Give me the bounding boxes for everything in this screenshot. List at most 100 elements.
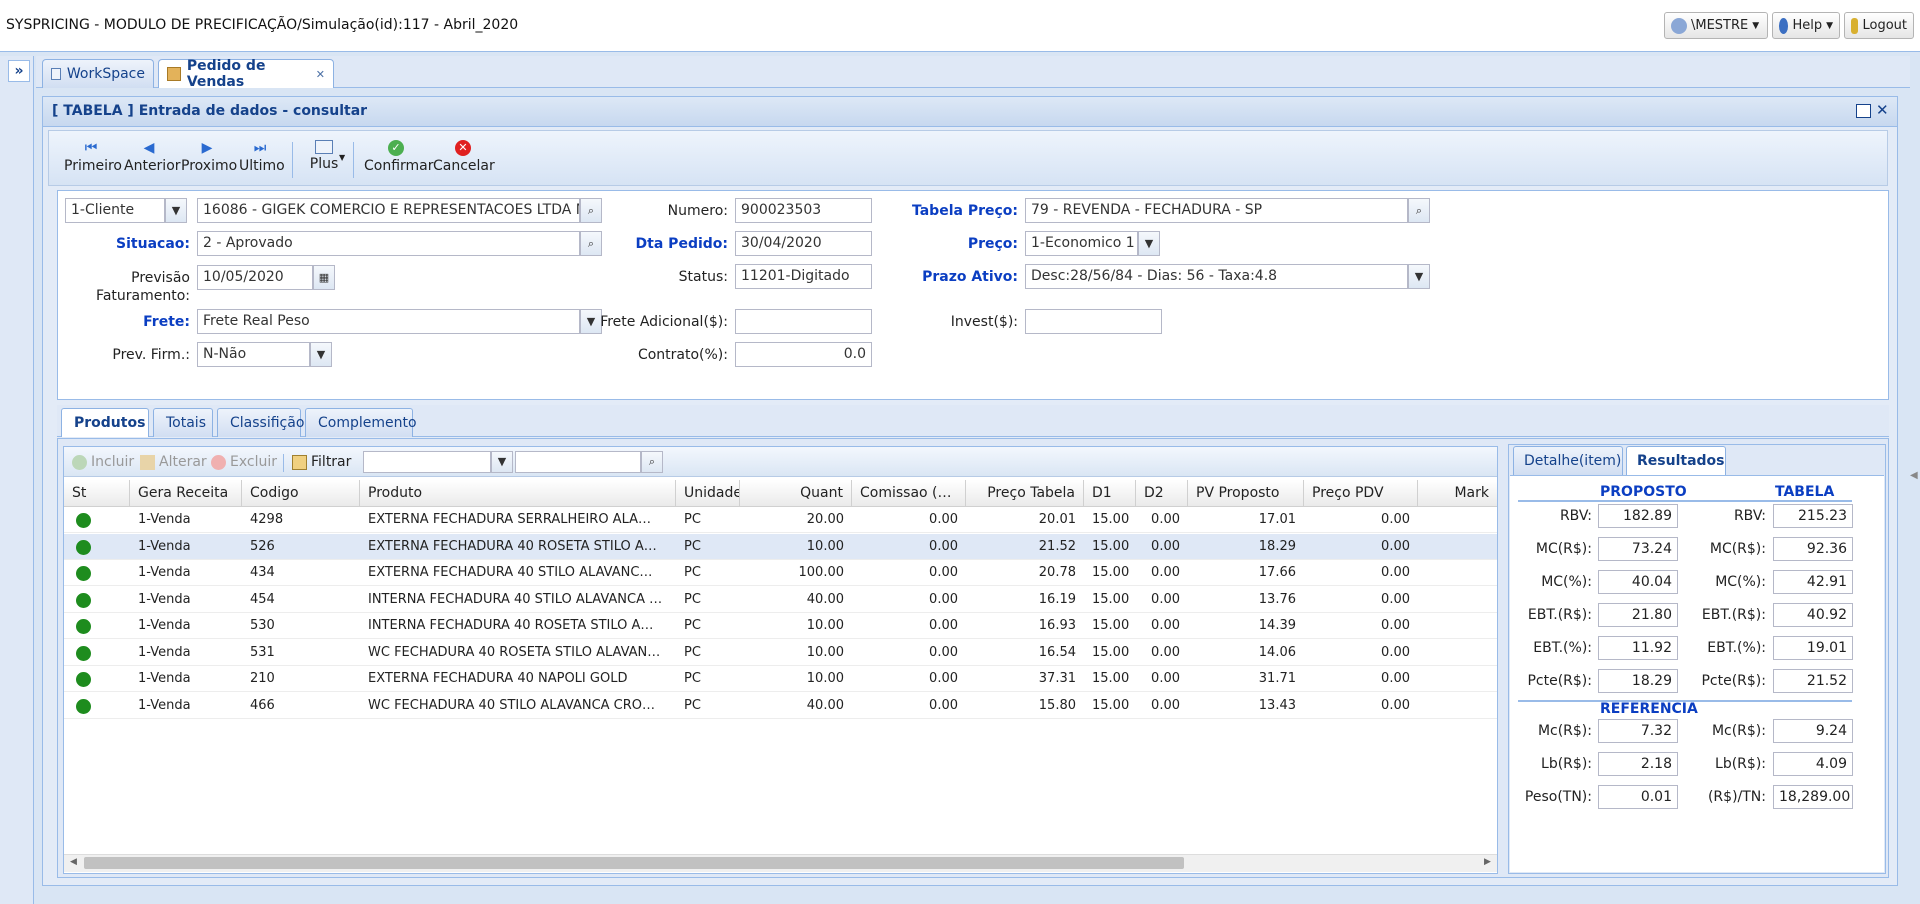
table-row[interactable]: 1-Venda 210 EXTERNA FECHADURA 40 NAPOLI GO… [64, 666, 1497, 692]
collapse-right-icon[interactable]: ◀ [1910, 470, 1918, 481]
contrato-field[interactable]: 0.0 [735, 342, 872, 367]
table-cell: EXTERNA FECHADURA 40 ROSETA STILO A… [368, 538, 657, 554]
col-pv-proposto[interactable]: PV Proposto [1188, 480, 1304, 507]
prevfirm-select[interactable]: N-Não [197, 342, 310, 367]
alterar-button[interactable]: Alterar [140, 454, 207, 470]
scrollbar-thumb[interactable] [84, 857, 1184, 869]
invest-field[interactable] [1025, 309, 1162, 334]
tab-totais[interactable]: Totais [153, 408, 213, 437]
scroll-left-icon[interactable]: ◀ [70, 857, 77, 867]
table-row[interactable]: 1-Venda 530 INTERNA FECHADURA 40 ROSETA ST… [64, 613, 1497, 639]
table-cell: 17.01 [1258, 512, 1296, 527]
excluir-button[interactable]: Excluir [211, 454, 277, 470]
status-dot-icon [76, 672, 91, 687]
result-value[interactable]: 0.01 [1598, 785, 1678, 809]
filter-value-input[interactable] [515, 451, 641, 473]
table-row[interactable]: 1-Venda 526 EXTERNA FECHADURA 40 ROSETA ST… [64, 533, 1497, 560]
last-button[interactable]: ⏭ Ultimo [239, 140, 285, 182]
table-row[interactable]: 1-Venda 531 WC FECHADURA 40 ROSETA STILO A… [64, 640, 1497, 666]
expand-panel-icon[interactable]: » [8, 60, 30, 82]
cancel-button[interactable]: ✕ Cancelar [433, 140, 495, 182]
previous-button[interactable]: ◀ Anterior [124, 140, 181, 182]
logout-button[interactable]: Logout [1844, 12, 1914, 39]
chevron-down-icon[interactable]: ▼ [165, 198, 187, 223]
tab-produtos[interactable]: Produtos [61, 408, 149, 437]
client-type-select[interactable]: 1-Cliente [65, 198, 165, 223]
plus-menu-button[interactable]: Plus [304, 140, 344, 182]
table-cell: 1-Venda [138, 644, 191, 660]
client-field[interactable]: 16086 - GIGEK COMERCIO E REPRESENTACOES … [197, 198, 580, 223]
chevron-down-icon[interactable]: ▼ [1138, 231, 1160, 256]
col-preco-tabela[interactable]: Preço Tabela [966, 480, 1084, 507]
col-produto[interactable]: Produto [360, 480, 676, 507]
result-value[interactable]: 18,289.00 [1773, 785, 1853, 809]
result-value[interactable]: 73.24 [1598, 537, 1678, 561]
search-icon[interactable]: ⌕ [1408, 198, 1430, 223]
scroll-right-icon[interactable]: ▶ [1484, 857, 1491, 867]
table-row[interactable]: 1-Venda 454 INTERNA FECHADURA 40 STILO ALA… [64, 587, 1497, 613]
table-cell: 20.01 [1038, 512, 1076, 527]
col-d1[interactable]: D1 [1084, 480, 1136, 507]
col-d2[interactable]: D2 [1136, 480, 1188, 507]
search-icon[interactable]: ⌕ [580, 198, 602, 223]
prazo-select[interactable]: Desc:28/56/84 - Dias: 56 - Taxa:4.8 [1025, 264, 1408, 289]
frete-select[interactable]: Frete Real Peso [197, 309, 580, 334]
col-codigo[interactable]: Codigo [242, 480, 360, 507]
chevron-down-icon[interactable]: ▼ [580, 309, 602, 334]
tab-complemento[interactable]: Complemento [305, 408, 417, 437]
result-value[interactable]: 2.18 [1598, 752, 1678, 776]
first-button[interactable]: ⏮ Primeiro [64, 140, 122, 182]
tabela-preco-field[interactable]: 79 - REVENDA - FECHADURA - SP [1025, 198, 1408, 223]
result-value[interactable]: 182.89 [1598, 504, 1678, 528]
situacao-field[interactable]: 2 - Aprovado [197, 231, 580, 256]
close-panel-icon[interactable]: ✕ [1876, 101, 1889, 119]
col-unidade[interactable]: Unidade [676, 480, 740, 507]
col-comissao[interactable]: Comissao (… [852, 480, 966, 507]
result-value[interactable]: 215.23 [1773, 504, 1853, 528]
result-value[interactable]: 19.01 [1773, 636, 1853, 660]
result-label: Pcte(R$): [1701, 673, 1766, 689]
col-st[interactable]: St [64, 480, 130, 507]
tab-pedido-de-vendas[interactable]: Pedido de Vendas ✕ [158, 58, 334, 90]
table-row[interactable]: 1-Venda 4298 EXTERNA FECHADURA SERRALHEIRO… [64, 507, 1497, 533]
preco-select[interactable]: 1-Economico 1 [1025, 231, 1138, 256]
result-value[interactable]: 4.09 [1773, 752, 1853, 776]
confirm-button[interactable]: ✓ Confirmar [364, 140, 434, 182]
tab-classificacao[interactable]: Classifição [217, 408, 304, 437]
table-row[interactable]: 1-Venda 466 WC FECHADURA 40 STILO ALAVANCA… [64, 693, 1497, 719]
col-quant[interactable]: Quant [740, 480, 852, 507]
result-value[interactable]: 7.32 [1598, 719, 1678, 743]
result-value[interactable]: 11.92 [1598, 636, 1678, 660]
close-tab-icon[interactable]: ✕ [316, 68, 325, 81]
col-gera-receita[interactable]: Gera Receita [130, 480, 242, 507]
chevron-down-icon[interactable]: ▼ [310, 342, 332, 367]
col-mark[interactable]: Mark [1418, 480, 1497, 507]
tab-detalhe-item[interactable]: Detalhe(item) [1513, 446, 1623, 475]
frete-adicional-field[interactable] [735, 309, 872, 334]
next-button[interactable]: ▶ Proximo [181, 140, 237, 182]
previsao-date-field[interactable]: 10/05/2020 [197, 265, 313, 290]
chevron-down-icon[interactable]: ▼ [491, 451, 513, 473]
chevron-down-icon[interactable]: ▼ [1408, 264, 1430, 289]
result-value[interactable]: 18.29 [1598, 669, 1678, 693]
tab-resultados[interactable]: Resultados [1626, 446, 1726, 475]
help-button[interactable]: Help ▼ [1772, 12, 1840, 39]
calendar-icon[interactable]: ▦ [313, 265, 335, 290]
col-preco-pdv[interactable]: Preço PDV [1304, 480, 1418, 507]
result-value[interactable]: 21.52 [1773, 669, 1853, 693]
search-icon[interactable]: ⌕ [580, 231, 602, 256]
filtrar-button[interactable]: Filtrar [292, 454, 351, 470]
filter-field-select[interactable] [363, 451, 491, 473]
result-value[interactable]: 42.91 [1773, 570, 1853, 594]
search-icon[interactable]: ⌕ [641, 451, 663, 473]
result-value[interactable]: 40.04 [1598, 570, 1678, 594]
incluir-button[interactable]: Incluir [72, 454, 134, 470]
maximize-icon[interactable] [1856, 104, 1871, 118]
user-menu-button[interactable]: \MESTRE ▼ [1664, 12, 1768, 39]
result-value[interactable]: 9.24 [1773, 719, 1853, 743]
tab-workspace[interactable]: WorkSpace [42, 59, 154, 88]
table-row[interactable]: 1-Venda 434 EXTERNA FECHADURA 40 STILO ALA… [64, 560, 1497, 586]
result-value[interactable]: 40.92 [1773, 603, 1853, 627]
result-value[interactable]: 92.36 [1773, 537, 1853, 561]
result-value[interactable]: 21.80 [1598, 603, 1678, 627]
